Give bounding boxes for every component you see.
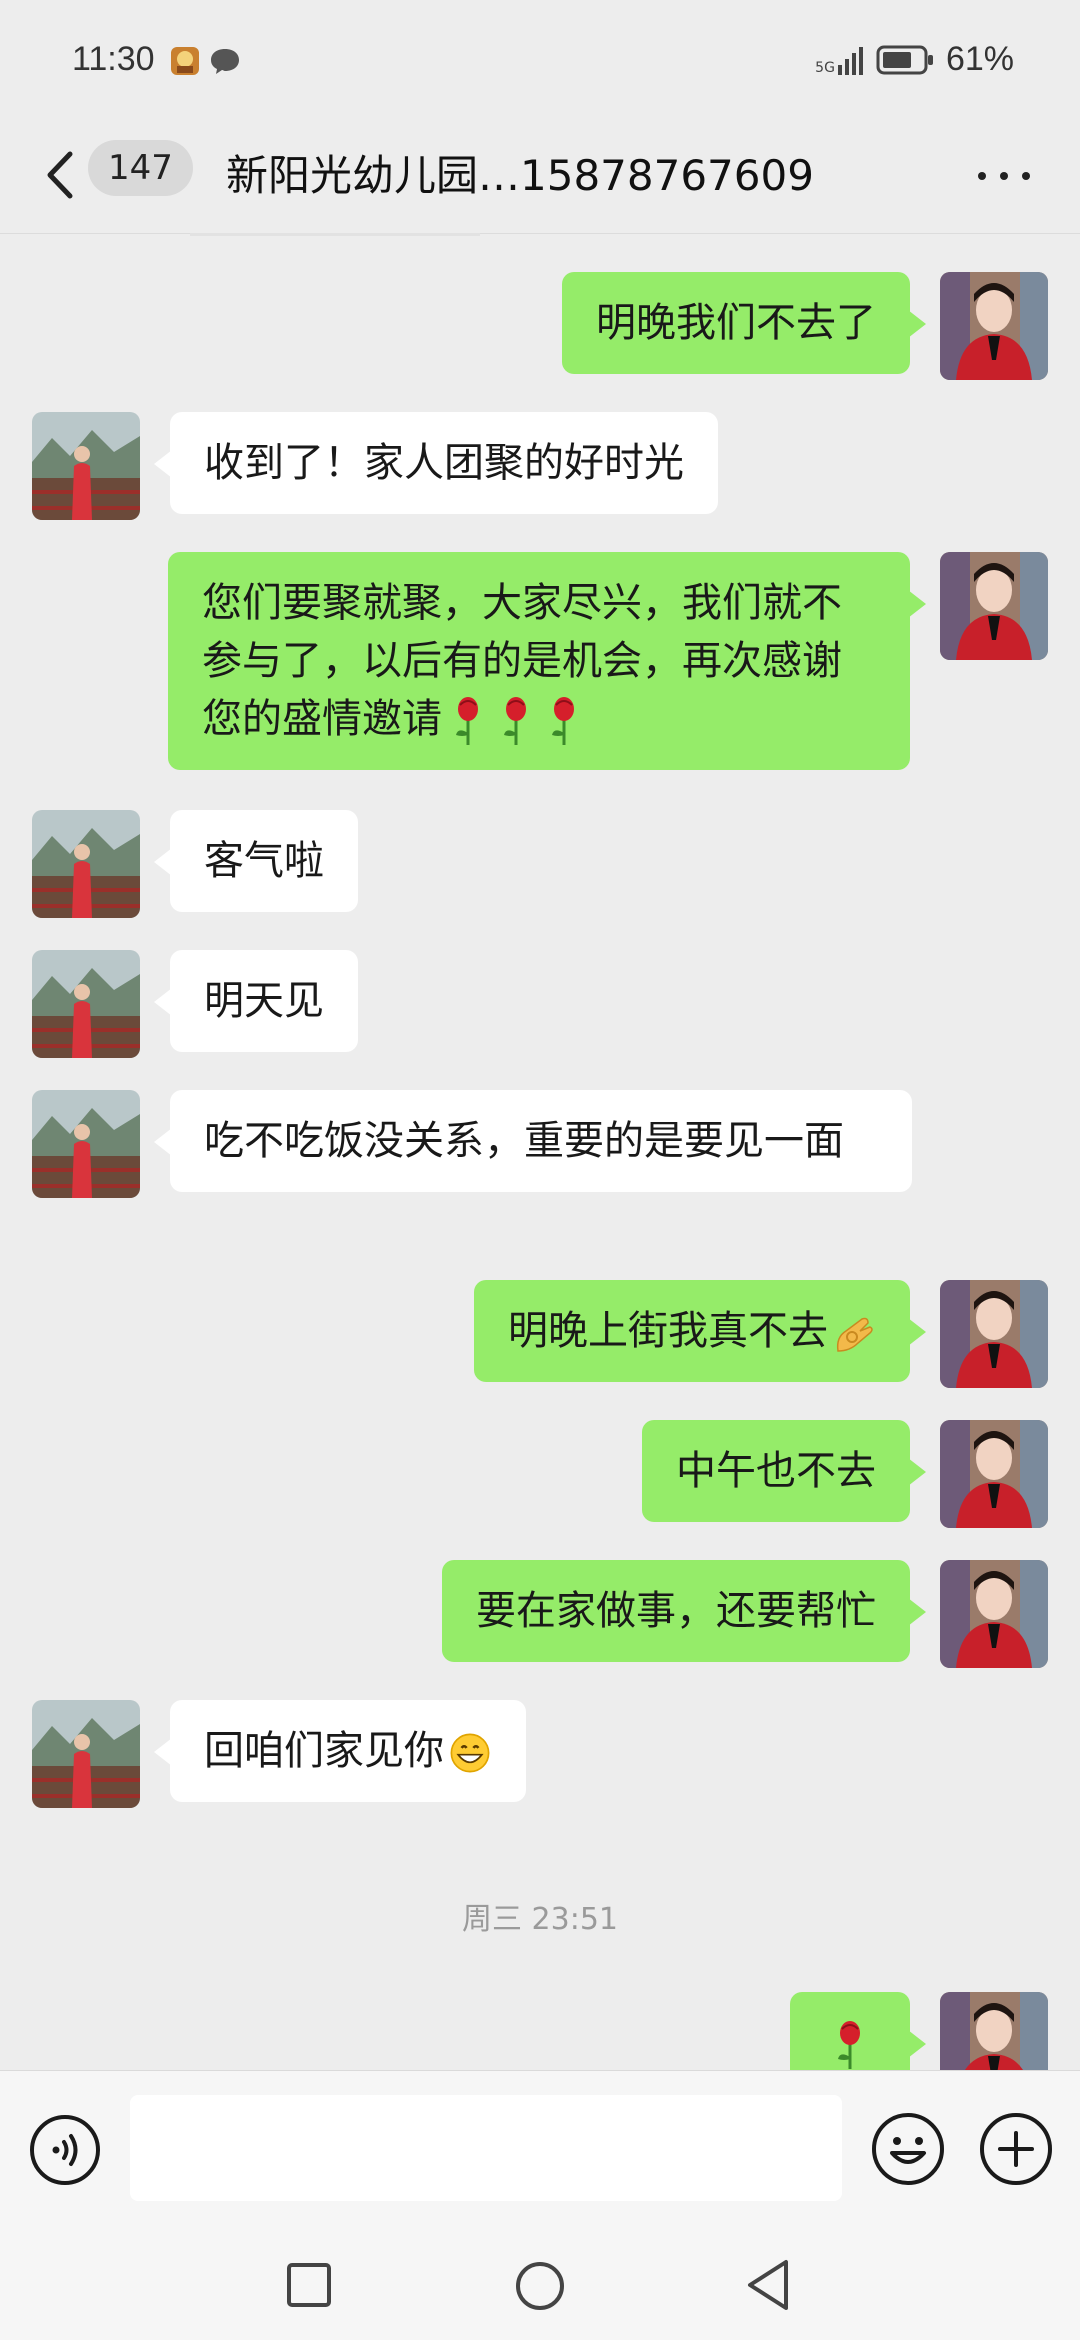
my-message-bubble[interactable]: 明晚上街我真不去	[474, 1280, 926, 1382]
avatar-image-contact	[32, 950, 140, 1058]
contact-message-bubble[interactable]: 收到了！家人团聚的好时光	[154, 412, 718, 514]
status-right-group: 5G 61%	[815, 40, 1014, 79]
avatar-image-me	[940, 1560, 1048, 1668]
message-row	[0, 1992, 1080, 2070]
more-icon[interactable]	[964, 150, 1044, 200]
avatar-image-me	[940, 552, 1048, 660]
message-row: 客气啦	[0, 810, 1080, 920]
message-row: 中午也不去	[0, 1420, 1080, 1530]
contact-message-bubble[interactable]: 客气啦	[154, 810, 358, 912]
message-notification-icon	[211, 49, 239, 74]
system-nav-bar	[0, 2226, 1080, 2340]
my-message-bubble[interactable]: 明晚我们不去了	[562, 272, 926, 374]
avatar-image-contact	[32, 1700, 140, 1808]
rose-emoji-icon	[838, 2021, 860, 2069]
emoji-icon[interactable]	[870, 2111, 946, 2187]
message-text: 明晚我们不去了	[596, 300, 876, 346]
avatar-image-me	[940, 272, 1048, 380]
contact-avatar[interactable]	[32, 412, 140, 520]
battery-percent: 61%	[945, 40, 1014, 78]
contact-avatar[interactable]	[32, 1090, 140, 1198]
message-text: 明晚上街我真不去	[508, 1308, 828, 1354]
my-avatar[interactable]	[940, 272, 1048, 380]
my-avatar[interactable]	[940, 552, 1048, 660]
avatar-image-contact	[32, 1090, 140, 1198]
message-row: 明晚我们不去了	[0, 272, 1080, 382]
nav-home-icon[interactable]	[514, 2260, 566, 2312]
message-row: 明晚上街我真不去	[0, 1280, 1080, 1390]
message-row: 收到了！家人团聚的好时光	[0, 412, 1080, 522]
message-text: 收到了！家人团聚的好时光	[204, 440, 684, 486]
my-message-bubble[interactable]: 要在家做事，还要帮忙	[442, 1560, 926, 1662]
my-avatar[interactable]	[940, 1560, 1048, 1668]
my-avatar[interactable]	[940, 1420, 1048, 1528]
status-time: 11:30	[72, 40, 155, 78]
plus-icon[interactable]	[978, 2111, 1054, 2187]
contact-message-bubble[interactable]: 吃不吃饭没关系，重要的是要见一面	[154, 1090, 912, 1192]
unread-count-badge[interactable]: 147	[88, 140, 193, 196]
avatar-image-contact	[32, 810, 140, 918]
grinning-emoji-icon	[450, 1733, 490, 1773]
message-text: 吃不吃饭没关系，重要的是要见一面	[204, 1118, 844, 1164]
my-message-bubble[interactable]	[790, 1992, 926, 2070]
contact-avatar[interactable]	[32, 1700, 140, 1808]
notification-icons	[168, 44, 242, 78]
contact-avatar[interactable]	[32, 810, 140, 918]
message-text: 要在家做事，还要帮忙	[476, 1588, 876, 1634]
message-list[interactable]: 明晚我们不去了 收到了！家人团聚的好时光 您们要聚就聚，大家尽兴，我们就不参与了…	[0, 236, 1080, 2070]
network-label: 5G	[815, 59, 835, 76]
contact-message-bubble[interactable]: 回咱们家见你	[154, 1700, 526, 1802]
message-text: 客气啦	[204, 838, 324, 884]
message-text: 中午也不去	[676, 1448, 876, 1494]
message-timestamp: 周三 23:51	[462, 1902, 618, 1937]
chat-title: 新阳光幼儿园…15878767609	[226, 151, 814, 200]
message-row: 明天见	[0, 950, 1080, 1060]
rose-emoji-icon	[456, 697, 478, 745]
my-avatar[interactable]	[940, 1992, 1048, 2070]
signal-bars-icon	[837, 46, 863, 75]
contact-message-bubble[interactable]: 明天见	[154, 950, 358, 1052]
my-message-bubble[interactable]: 您们要聚就聚，大家尽兴，我们就不参与了，以后有的是机会，再次感谢您的盛情邀请	[168, 552, 926, 770]
back-arrow-icon[interactable]	[36, 140, 86, 210]
app-notification-icon	[171, 47, 199, 75]
nav-back-icon[interactable]	[744, 2258, 792, 2312]
message-row: 回咱们家见你	[0, 1700, 1080, 1810]
message-input[interactable]	[130, 2095, 842, 2201]
my-avatar[interactable]	[940, 1280, 1048, 1388]
message-row: 您们要聚就聚，大家尽兴，我们就不参与了，以后有的是机会，再次感谢您的盛情邀请	[0, 552, 1080, 770]
message-text: 明天见	[204, 978, 324, 1024]
status-bar: 11:30 5G 61%	[0, 0, 1080, 120]
avatar-image-me	[940, 1992, 1048, 2070]
message-text: 回咱们家见你	[204, 1728, 444, 1774]
signal-5g-icon: 5G	[815, 45, 866, 75]
ok-hand-emoji-icon	[836, 1317, 873, 1352]
message-row: 吃不吃饭没关系，重要的是要见一面	[0, 1090, 1080, 1240]
my-message-bubble[interactable]: 中午也不去	[642, 1420, 926, 1522]
voice-icon[interactable]	[28, 2113, 102, 2187]
battery-icon	[876, 45, 933, 74]
chat-input-bar	[0, 2070, 1080, 2226]
avatar-image-me	[940, 1420, 1048, 1528]
nav-recent-icon[interactable]	[286, 2262, 332, 2308]
avatar-image-contact	[32, 412, 140, 520]
chat-header: 147 新阳光幼儿园…15878767609	[0, 120, 1080, 234]
contact-avatar[interactable]	[32, 950, 140, 1058]
message-row: 要在家做事，还要帮忙	[0, 1560, 1080, 1670]
rose-emoji-icon	[552, 697, 574, 745]
rose-emoji-icon	[504, 697, 526, 745]
avatar-image-me	[940, 1280, 1048, 1388]
